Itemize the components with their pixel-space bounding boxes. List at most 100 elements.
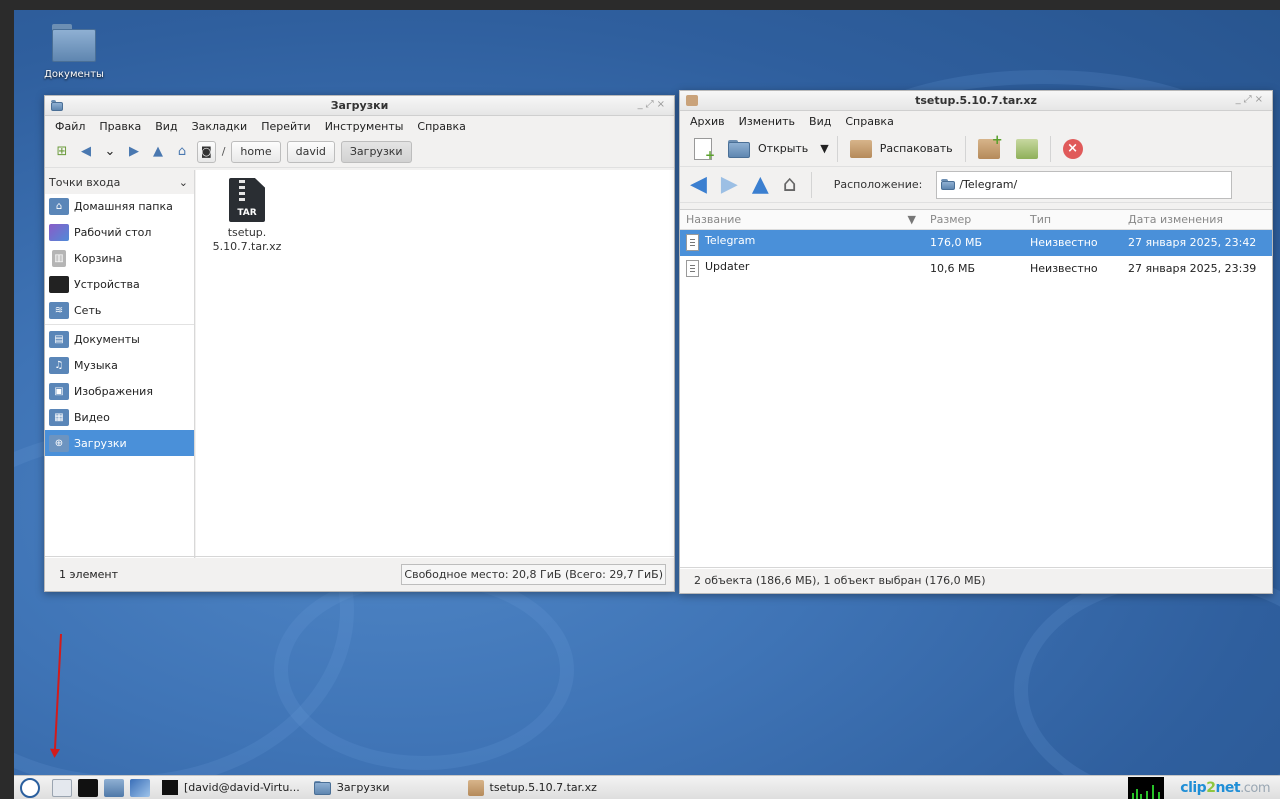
file-manager-launcher-icon[interactable] (104, 778, 124, 797)
menu-bookmarks[interactable]: Закладки (186, 120, 256, 133)
location-field[interactable]: /Telegram/ (936, 170, 1233, 199)
forward-arrow-icon[interactable]: ▶ (721, 173, 738, 196)
start-menu-icon[interactable] (20, 777, 40, 798)
browser-launcher-icon[interactable] (130, 778, 150, 797)
breadcrumb-home[interactable]: home (231, 140, 281, 163)
breadcrumb-downloads[interactable]: Загрузки (340, 140, 412, 163)
window-title: Загрузки (330, 99, 389, 112)
extract-button[interactable]: Распаковать (846, 134, 957, 164)
open-dropdown-button[interactable]: ▼ (820, 134, 828, 164)
add-files-button[interactable]: + (974, 133, 1004, 164)
file-manager-titlebar[interactable]: Загрузки _⤢× (45, 96, 674, 116)
chevron-down-icon[interactable]: ⌄ (101, 143, 119, 161)
new-archive-button[interactable]: + (690, 134, 716, 164)
breadcrumb-root[interactable]: ◙ (197, 140, 216, 163)
file-item[interactable]: TAR tsetup. 5.10.7.tar.xz (212, 178, 282, 254)
menu-tools[interactable]: Инструменты (319, 120, 412, 133)
menu-help[interactable]: Справка (411, 120, 473, 133)
location-label: Расположение: (833, 178, 923, 191)
table-row[interactable]: Telegram 176,0 МБ Неизвестно 27 января 2… (680, 230, 1272, 256)
location-value: /Telegram/ (959, 178, 1018, 191)
back-icon[interactable]: ◀ (77, 143, 95, 161)
sidebar-item-label: Сеть (74, 303, 102, 317)
maximize-icon[interactable]: ⤢ (646, 99, 657, 110)
menu-file[interactable]: Файл (49, 120, 93, 133)
window-controls[interactable]: _⤢× (1236, 94, 1266, 105)
sidebar-item-documents[interactable]: ▤ Документы (45, 327, 194, 353)
breadcrumb-david[interactable]: david (286, 140, 335, 163)
close-icon[interactable]: × (657, 99, 668, 110)
sidebar-item-network[interactable]: ≋ Сеть (45, 297, 194, 323)
row-size: 10,6 МБ (930, 262, 976, 276)
network-icon: ≋ (49, 301, 69, 319)
column-size[interactable]: Размер (924, 213, 1024, 226)
task-terminal[interactable]: [david@david-Virtu... (162, 780, 300, 795)
sidebar-item-music[interactable]: ♫ Музыка (45, 353, 194, 379)
menu-view[interactable]: Вид (149, 120, 185, 133)
desktop-icon-documents[interactable]: Документы (42, 24, 106, 80)
up-arrow-icon[interactable]: ▲ (752, 173, 769, 196)
sidebar-item-desktop[interactable]: Рабочий стол (45, 220, 194, 246)
sidebar-item-videos[interactable]: ▦ Видео (45, 404, 194, 430)
column-name-label: Название (686, 213, 742, 226)
column-name[interactable]: Название ▼ (680, 213, 924, 226)
archive-icon (467, 779, 484, 796)
close-icon[interactable]: × (1255, 94, 1266, 105)
back-arrow-icon[interactable]: ◀ (690, 173, 707, 196)
tar-archive-icon: TAR (229, 178, 265, 222)
show-desktop-icon[interactable] (52, 778, 72, 797)
menu-edit[interactable]: Правка (93, 120, 149, 133)
menu-view[interactable]: Вид (803, 115, 839, 128)
archive-manager-window: tsetup.5.10.7.tar.xz _⤢× Архив Изменить … (679, 90, 1273, 594)
sidebar-item-pictures[interactable]: ▣ Изображения (45, 379, 194, 405)
window-controls[interactable]: _⤢× (638, 99, 668, 110)
sidebar-item-trash[interactable]: ▥ Корзина (45, 246, 194, 272)
menu-go[interactable]: Перейти (255, 120, 319, 133)
column-type[interactable]: Тип (1024, 213, 1122, 226)
clip2net-tray-logo[interactable]: clip2net.com (1180, 780, 1270, 796)
new-tab-icon[interactable]: ⊞ (53, 143, 71, 161)
task-archive-manager[interactable]: tsetup.5.10.7.tar.xz (467, 779, 597, 796)
videos-folder-icon: ▦ (49, 408, 69, 426)
sidebar-header[interactable]: Точки входа ⌄ (45, 170, 194, 194)
brand-part: .com (1240, 781, 1270, 796)
toolbar-separator (836, 135, 838, 162)
trash-icon: ▥ (52, 249, 66, 267)
sidebar-item-devices[interactable]: Устройства (45, 271, 194, 297)
navigation-toolbar: ⊞ ◀ ⌄ ▶ ▲ ⌂ ◙ / home david Загрузки (45, 136, 674, 168)
home-folder-icon: ⌂ (49, 198, 69, 216)
sidebar-item-downloads[interactable]: ⊕ Загрузки (45, 430, 194, 456)
add-folder-button[interactable] (1012, 134, 1042, 164)
folder-icon (941, 179, 956, 190)
table-row[interactable]: Updater 10,6 МБ Неизвестно 27 января 202… (680, 256, 1272, 282)
forward-icon[interactable]: ▶ (125, 143, 143, 161)
cpu-monitor-graph[interactable] (1128, 777, 1165, 799)
minimize-icon[interactable]: _ (638, 99, 646, 110)
row-name: Telegram (705, 234, 756, 248)
menu-edit[interactable]: Изменить (733, 115, 803, 128)
stop-button[interactable]: × (1059, 134, 1087, 164)
sidebar-item-label: Загрузки (74, 436, 127, 450)
chevron-down-icon: ⌄ (178, 175, 188, 189)
new-archive-icon: + (694, 137, 715, 162)
task-file-manager[interactable]: Загрузки (313, 780, 390, 795)
maximize-icon[interactable]: ⤢ (1244, 94, 1255, 105)
terminal-launcher-icon[interactable] (78, 778, 98, 797)
file-icon (686, 234, 699, 252)
extract-icon (849, 139, 872, 158)
home-icon[interactable]: ⌂ (173, 143, 191, 161)
add-files-icon: + (977, 133, 1003, 159)
open-button[interactable]: Открыть (724, 134, 812, 164)
up-icon[interactable]: ▲ (149, 143, 167, 161)
menu-help[interactable]: Справка (839, 115, 901, 128)
archive-manager-titlebar[interactable]: tsetup.5.10.7.tar.xz _⤢× (680, 91, 1272, 111)
column-modified[interactable]: Дата изменения (1122, 213, 1272, 226)
minimize-icon[interactable]: _ (1236, 94, 1244, 105)
archive-file-list[interactable]: Название ▼ Размер Тип Дата изменения Tele… (680, 209, 1272, 569)
caret-down-icon: ▼ (820, 142, 829, 155)
menu-archive[interactable]: Архив (684, 115, 733, 128)
home-icon[interactable]: ⌂ (783, 173, 797, 196)
file-view[interactable]: TAR tsetup. 5.10.7.tar.xz (196, 170, 674, 558)
sidebar-item-home[interactable]: ⌂ Домашняя папка (45, 194, 194, 220)
sidebar-header-label: Точки входа (49, 175, 121, 189)
